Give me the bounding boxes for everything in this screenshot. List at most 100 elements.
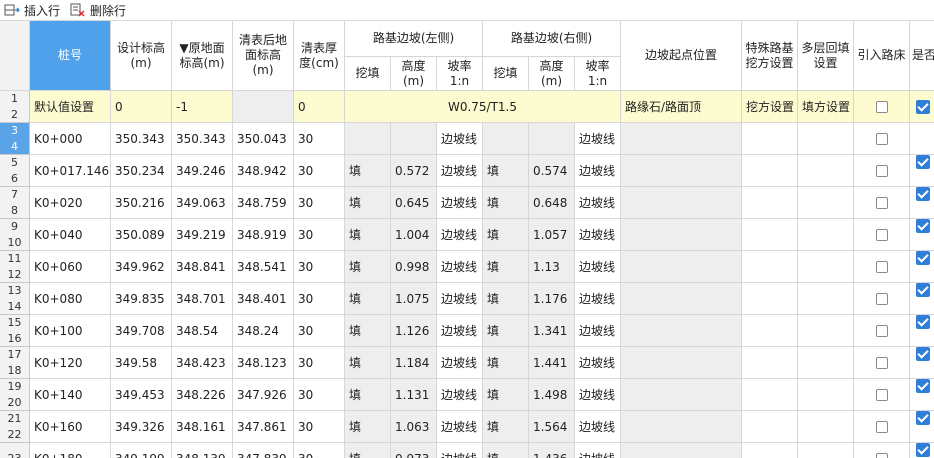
- row-number[interactable]: 13 14: [0, 283, 30, 315]
- cell-depth[interactable]: 30: [294, 219, 345, 251]
- cell-last[interactable]: [910, 155, 934, 187]
- cell-start[interactable]: [621, 283, 742, 315]
- row-number[interactable]: 56: [0, 155, 30, 187]
- roadbed-checkbox[interactable]: [875, 452, 888, 458]
- default-slope-cell[interactable]: W0.75/T1.5: [345, 91, 621, 123]
- cell-cleared[interactable]: 348.401: [233, 283, 294, 315]
- cell-special[interactable]: [742, 315, 798, 347]
- header-backfill[interactable]: 多层回填设置: [798, 21, 854, 91]
- cell-cleared[interactable]: 348.942: [233, 155, 294, 187]
- cell-rr[interactable]: 边坡线: [575, 347, 621, 379]
- cell-rh[interactable]: 0.574: [529, 155, 575, 187]
- cell-design[interactable]: 350.089: [111, 219, 172, 251]
- cell-last[interactable]: [910, 283, 934, 315]
- cell-pile[interactable]: K0+060: [30, 251, 111, 283]
- cell-special[interactable]: [742, 411, 798, 443]
- cell-last[interactable]: [910, 219, 934, 251]
- cell-special[interactable]: [742, 347, 798, 379]
- default-last-cell[interactable]: [910, 91, 934, 123]
- cell-rt[interactable]: 填: [483, 283, 529, 315]
- roadbed-checkbox[interactable]: [875, 420, 888, 433]
- cell-start[interactable]: [621, 443, 742, 458]
- cell-start[interactable]: [621, 379, 742, 411]
- row-number[interactable]: 78: [0, 187, 30, 219]
- cell-design[interactable]: 349.326: [111, 411, 172, 443]
- cell-rr[interactable]: 边坡线: [575, 443, 621, 458]
- cell-lr[interactable]: 边坡线: [437, 123, 483, 155]
- cell-ground[interactable]: 350.343: [172, 123, 233, 155]
- cell-lr[interactable]: 边坡线: [437, 315, 483, 347]
- cell-rt[interactable]: 填: [483, 379, 529, 411]
- default-roadbed-cell[interactable]: [854, 91, 910, 123]
- cell-lr[interactable]: 边坡线: [437, 187, 483, 219]
- header-orig-ground[interactable]: ▼原地面标高(m): [172, 21, 233, 91]
- header-clear-depth[interactable]: 清表厚度(cm): [294, 21, 345, 91]
- cell-pile[interactable]: K0+000: [30, 123, 111, 155]
- cell-backfill[interactable]: [798, 379, 854, 411]
- header-cleared-elev[interactable]: 清表后地面标高(m): [233, 21, 294, 91]
- header-left-height[interactable]: 高度(m): [391, 57, 437, 91]
- cell-design[interactable]: 349.453: [111, 379, 172, 411]
- cell-rt[interactable]: 填: [483, 411, 529, 443]
- roadbed-checkbox[interactable]: [875, 324, 888, 337]
- cell-pile[interactable]: K0+017.146: [30, 155, 111, 187]
- cell-rt[interactable]: 填: [483, 251, 529, 283]
- cell-backfill[interactable]: [798, 219, 854, 251]
- cell-roadbed[interactable]: [854, 347, 910, 379]
- last-checkbox-checked[interactable]: [916, 443, 930, 457]
- cell-ground[interactable]: 348.701: [172, 283, 233, 315]
- cell-backfill[interactable]: [798, 123, 854, 155]
- cell-lt[interactable]: 填: [345, 283, 391, 315]
- header-right-ratio[interactable]: 坡率1:n: [575, 57, 621, 91]
- cell-start[interactable]: [621, 347, 742, 379]
- cell-special[interactable]: [742, 155, 798, 187]
- cell-lr[interactable]: 边坡线: [437, 379, 483, 411]
- cell-lt[interactable]: 填: [345, 251, 391, 283]
- cell-ground[interactable]: 348.161: [172, 411, 233, 443]
- cell-lt[interactable]: 填: [345, 411, 391, 443]
- cell-pile[interactable]: K0+100: [30, 315, 111, 347]
- cell-roadbed[interactable]: [854, 123, 910, 155]
- cell-ground[interactable]: 348.841: [172, 251, 233, 283]
- cell-lh[interactable]: 1.126: [391, 315, 437, 347]
- cell-last[interactable]: [910, 347, 934, 379]
- roadbed-checkbox[interactable]: [875, 196, 888, 209]
- roadbed-checkbox[interactable]: [875, 228, 888, 241]
- cell-depth[interactable]: 30: [294, 155, 345, 187]
- cell-last[interactable]: [910, 315, 934, 347]
- cell-rt[interactable]: 填: [483, 155, 529, 187]
- cell-rr[interactable]: 边坡线: [575, 283, 621, 315]
- last-checkbox-checked[interactable]: [916, 379, 930, 393]
- cell-backfill[interactable]: [798, 187, 854, 219]
- default-design-cell[interactable]: 0: [111, 91, 172, 123]
- cell-backfill[interactable]: [798, 155, 854, 187]
- cell-rt[interactable]: 填: [483, 443, 529, 458]
- cell-pile[interactable]: K0+040: [30, 219, 111, 251]
- roadbed-checkbox[interactable]: [875, 356, 888, 369]
- cell-cleared[interactable]: 348.541: [233, 251, 294, 283]
- last-checkbox-checked[interactable]: [916, 251, 930, 265]
- cell-rr[interactable]: 边坡线: [575, 187, 621, 219]
- roadbed-checkbox[interactable]: [875, 100, 888, 113]
- cell-lh[interactable]: 0.998: [391, 251, 437, 283]
- last-checkbox-checked[interactable]: [916, 283, 930, 297]
- cell-start[interactable]: [621, 155, 742, 187]
- header-right-height[interactable]: 高度(m): [529, 57, 575, 91]
- last-checkbox-checked[interactable]: [916, 315, 930, 329]
- cell-last[interactable]: [910, 411, 934, 443]
- cell-depth[interactable]: 30: [294, 283, 345, 315]
- default-startpos-cell[interactable]: 路缘石/路面顶: [621, 91, 742, 123]
- cell-lr[interactable]: 边坡线: [437, 411, 483, 443]
- cell-start[interactable]: [621, 123, 742, 155]
- cell-ground[interactable]: 349.063: [172, 187, 233, 219]
- cell-lr[interactable]: 边坡线: [437, 347, 483, 379]
- cell-lh[interactable]: 0.973: [391, 443, 437, 458]
- roadbed-checkbox[interactable]: [875, 292, 888, 305]
- default-special-cell[interactable]: 挖方设置: [742, 91, 798, 123]
- cell-rh[interactable]: 1.436: [529, 443, 575, 458]
- last-checkbox-checked[interactable]: [916, 411, 930, 425]
- cell-lh[interactable]: 1.063: [391, 411, 437, 443]
- roadbed-checkbox[interactable]: [875, 260, 888, 273]
- row-number[interactable]: 15 16: [0, 315, 30, 347]
- cell-roadbed[interactable]: [854, 411, 910, 443]
